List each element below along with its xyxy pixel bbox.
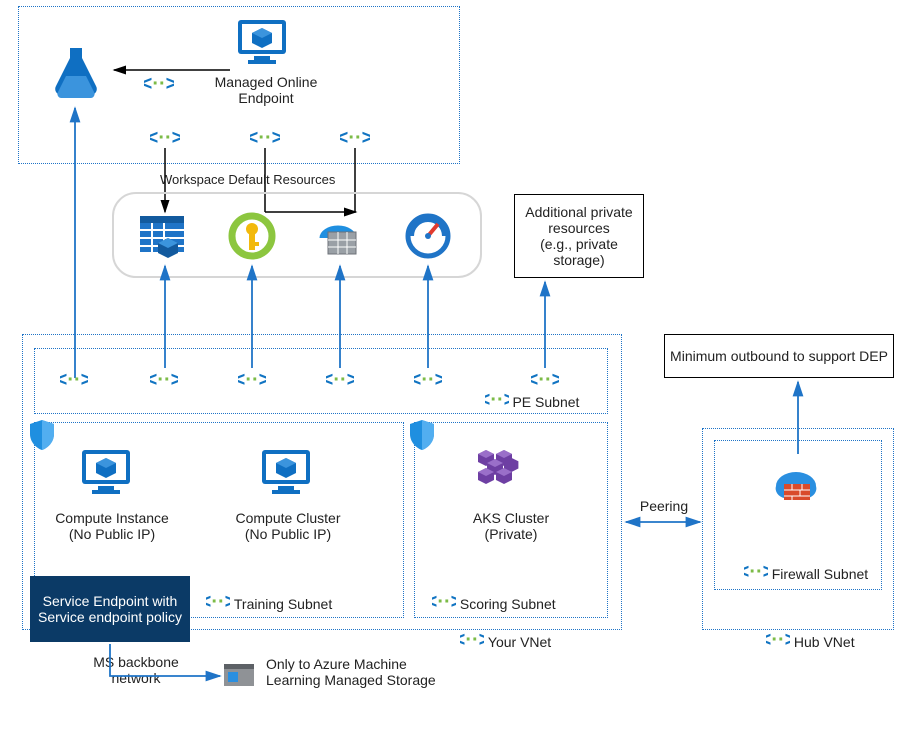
- private-endpoint-icon: [414, 370, 442, 392]
- private-endpoint-icon: [250, 128, 280, 152]
- private-endpoint-icon: [340, 128, 370, 152]
- your-vnet-label: Your VNet: [460, 632, 620, 652]
- storage-small-icon: [224, 662, 258, 690]
- aks-cluster-label: AKS Cluster (Private): [446, 510, 576, 542]
- firewall-icon: [770, 456, 826, 508]
- managed-endpoint-label: Managed Online Endpoint: [196, 74, 336, 106]
- private-endpoint-icon: [238, 370, 266, 392]
- hub-vnet-label: Hub VNet: [766, 632, 896, 652]
- compute-instance-label: Compute Instance (No Public IP): [42, 510, 182, 542]
- private-endpoint-icon: [150, 370, 178, 392]
- private-endpoint-icon: [144, 74, 174, 98]
- ms-backbone-label: MS backbone network: [76, 654, 196, 686]
- private-endpoint-icon: [326, 370, 354, 392]
- compute-cluster-label: Compute Cluster (No Public IP): [218, 510, 358, 542]
- key-vault-icon: [228, 212, 276, 260]
- managed-storage-label: Only to Azure Machine Learning Managed S…: [266, 656, 456, 688]
- pe-subnet-label: PE Subnet: [462, 392, 602, 412]
- compute-instance-icon: [80, 448, 138, 504]
- azure-ml-workspace-icon: [48, 46, 104, 102]
- workspace-resources-label: Workspace Default Resources: [160, 172, 335, 187]
- app-insights-icon: [404, 212, 452, 260]
- scoring-subnet-label: Scoring Subnet: [432, 594, 612, 614]
- aks-cluster-icon: [474, 446, 538, 500]
- private-endpoint-icon: [531, 370, 559, 392]
- additional-resources-box: Additional private resources (e.g., priv…: [514, 194, 644, 278]
- firewall-subnet-label: Firewall Subnet: [726, 564, 886, 584]
- min-outbound-box: Minimum outbound to support DEP: [664, 334, 894, 378]
- managed-endpoint-icon: [236, 18, 296, 74]
- container-registry-icon: [314, 210, 364, 260]
- training-subnet-label: Training Subnet: [206, 594, 406, 614]
- private-endpoint-icon: [150, 128, 180, 152]
- compute-cluster-icon: [260, 448, 318, 504]
- shield-icon: [408, 418, 440, 454]
- service-endpoint-box: Service Endpoint with Service endpoint p…: [30, 576, 190, 642]
- shield-icon: [28, 418, 60, 454]
- peering-label: Peering: [634, 498, 694, 514]
- private-endpoint-icon: [60, 370, 88, 392]
- storage-icon: [138, 210, 190, 262]
